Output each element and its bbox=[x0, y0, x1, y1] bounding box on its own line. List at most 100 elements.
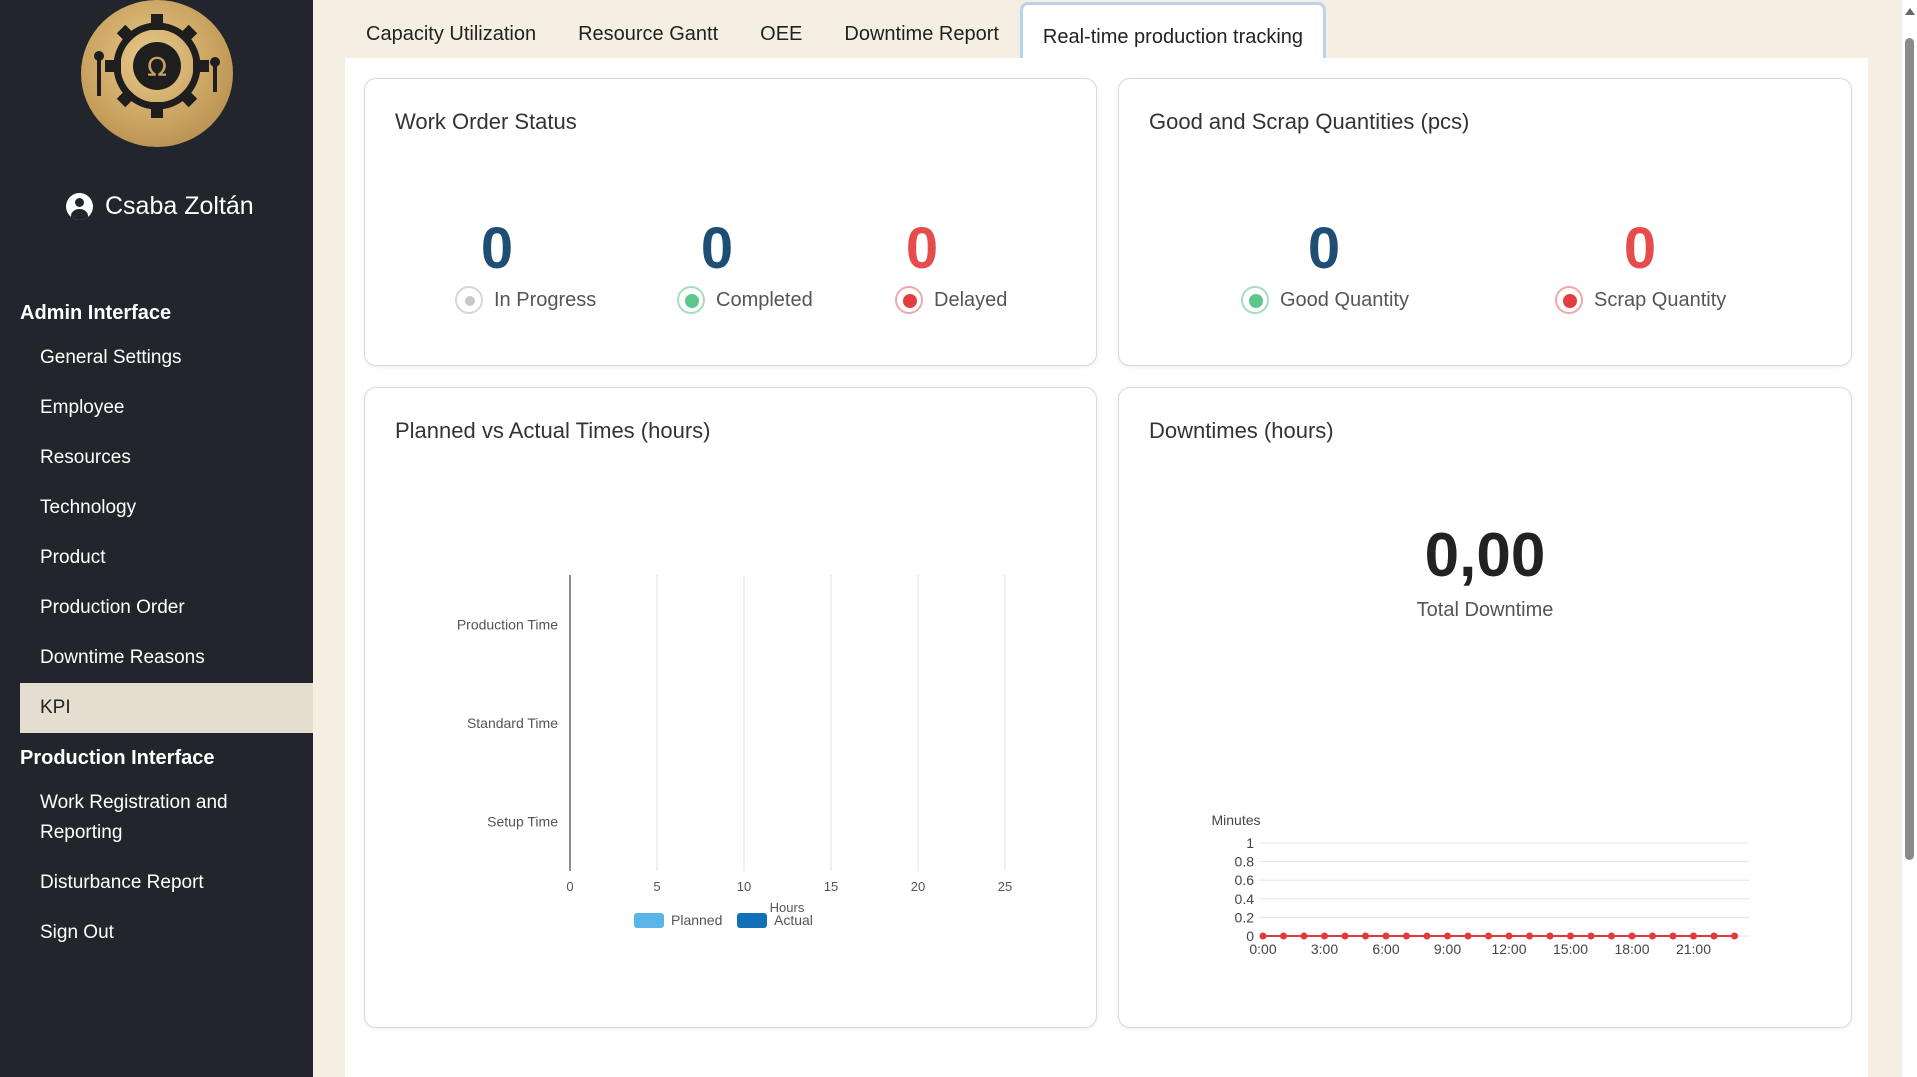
downtime-point bbox=[1341, 932, 1349, 940]
sidebar: Ω Csaba Zoltán Admin Interface General S… bbox=[0, 0, 313, 1077]
good-quantity-dot-icon bbox=[1241, 286, 1269, 314]
downtime-point bbox=[1485, 932, 1492, 940]
y-tick-label: 0.8 bbox=[1235, 854, 1255, 870]
downtime-point bbox=[1362, 932, 1369, 940]
completed-count: 0 bbox=[700, 216, 734, 281]
x-tick-label: 5 bbox=[653, 879, 660, 894]
sidebar-item-technology[interactable]: Technology bbox=[20, 493, 313, 523]
user-name: Csaba Zoltán bbox=[105, 192, 254, 220]
work-order-status-title: Work Order Status bbox=[395, 109, 577, 134]
dashboard-content: Work Order Status 0 In Progress 0 Comple… bbox=[345, 58, 1868, 1077]
tab-real-time-production-tracking[interactable]: Real-time production tracking bbox=[1019, 2, 1327, 58]
completed-legend: Completed bbox=[677, 286, 813, 314]
downtime-point bbox=[1587, 932, 1595, 940]
scrollbar-thumb[interactable] bbox=[1905, 38, 1914, 860]
sidebar-item-downtime-reasons[interactable]: Downtime Reasons bbox=[20, 643, 313, 673]
delayed-legend: Delayed bbox=[895, 286, 1007, 314]
user-circle-icon bbox=[66, 193, 93, 220]
tab-oee[interactable]: OEE bbox=[739, 0, 823, 58]
downtime-point bbox=[1280, 932, 1287, 940]
sidebar-item-sign-out[interactable]: Sign Out bbox=[20, 918, 313, 948]
downtime-point bbox=[1505, 932, 1513, 940]
sidebar-item-kpi[interactable]: KPI bbox=[20, 683, 313, 733]
production-interface-heading: Production Interface bbox=[20, 747, 215, 769]
delayed-stat: 0 bbox=[892, 219, 952, 279]
downtimes-card: Downtimes (hours) 0,00 Total Downtime Mi… bbox=[1118, 387, 1852, 1028]
downtime-point bbox=[1690, 932, 1697, 940]
downtime-point bbox=[1567, 932, 1574, 940]
x-tick-label: 21:00 bbox=[1676, 941, 1711, 957]
downtime-point bbox=[1628, 932, 1636, 940]
sidebar-item-employee[interactable]: Employee bbox=[20, 393, 313, 423]
tab-resource-gantt[interactable]: Resource Gantt bbox=[557, 0, 739, 58]
downtime-point bbox=[1731, 932, 1738, 940]
scrap-quantity-count: 0 bbox=[1623, 216, 1657, 281]
scrap-quantity-dot-icon bbox=[1555, 286, 1583, 314]
in-progress-stat: 0 bbox=[467, 219, 527, 279]
y-tick-label: 1 bbox=[1246, 835, 1254, 851]
legend-label-planned: Planned bbox=[671, 912, 722, 928]
downtime-point bbox=[1382, 932, 1390, 940]
sidebar-item-general-settings[interactable]: General Settings bbox=[20, 343, 313, 373]
x-tick-label: 9:00 bbox=[1434, 941, 1461, 957]
downtime-point bbox=[1608, 932, 1615, 940]
delayed-dot-icon bbox=[895, 286, 923, 314]
legend-swatch-actual bbox=[737, 913, 767, 928]
downtime-point bbox=[1321, 932, 1328, 940]
legend-label-actual: Actual bbox=[774, 912, 813, 928]
downtime-point bbox=[1259, 932, 1267, 940]
scrap-quantity-stat: 0 bbox=[1610, 219, 1670, 279]
downtime-point bbox=[1649, 932, 1656, 940]
tab-capacity-utilization[interactable]: Capacity Utilization bbox=[345, 0, 557, 58]
x-tick-label: 0:00 bbox=[1249, 941, 1276, 957]
y-category-label: Production Time bbox=[457, 616, 558, 632]
good-quantity-count: 0 bbox=[1307, 216, 1341, 281]
good-quantity-legend: Good Quantity bbox=[1241, 286, 1409, 314]
y-tick-label: 0.6 bbox=[1235, 872, 1255, 888]
in-progress-count: 0 bbox=[480, 216, 514, 281]
delayed-count: 0 bbox=[905, 216, 939, 281]
company-logo: Ω bbox=[81, 0, 233, 147]
scrap-quantity-label: Scrap Quantity bbox=[1594, 288, 1727, 311]
downtime-point bbox=[1444, 932, 1451, 940]
legend-swatch-planned bbox=[634, 913, 664, 928]
good-quantity-stat: 0 bbox=[1294, 219, 1354, 279]
x-tick-label: 10 bbox=[737, 879, 751, 894]
delayed-label: Delayed bbox=[934, 288, 1008, 311]
sidebar-item-work-registration[interactable]: Work Registration and Reporting bbox=[20, 788, 270, 848]
downtime-chart: Minutes00.20.40.60.810:00 3:00 6:00 9:00 12:… bbox=[1211, 812, 1750, 957]
svg-text:Ω: Ω bbox=[147, 53, 167, 83]
completed-dot-icon bbox=[677, 286, 705, 314]
downtime-point bbox=[1403, 932, 1410, 940]
user-profile[interactable]: Csaba Zoltán bbox=[66, 192, 254, 221]
admin-interface-heading: Admin Interface bbox=[20, 302, 172, 324]
page-scrollbar[interactable] bbox=[1902, 0, 1917, 1077]
x-tick-label: 15:00 bbox=[1553, 941, 1588, 957]
good-scrap-card: Good and Scrap Quantities (pcs) 0 Good Q… bbox=[1118, 78, 1852, 366]
sidebar-item-production-order[interactable]: Production Order bbox=[20, 593, 313, 623]
completed-label: Completed bbox=[716, 288, 813, 311]
planned-vs-actual-card: Planned vs Actual Times (hours) 0 5 10 15 20… bbox=[364, 387, 1097, 1028]
in-progress-dot-icon bbox=[455, 286, 483, 314]
x-tick-label: 20 bbox=[911, 879, 925, 894]
report-tabs: Capacity Utilization Resource Gantt OEE … bbox=[345, 0, 1327, 58]
y-tick-label: 0.4 bbox=[1235, 891, 1255, 907]
downtime-point bbox=[1464, 932, 1472, 940]
x-tick-label: 15 bbox=[824, 879, 838, 894]
good-quantity-label-text: Good Quantity bbox=[1280, 288, 1409, 311]
sidebar-item-product[interactable]: Product bbox=[20, 543, 313, 573]
in-progress-legend: In Progress bbox=[455, 286, 596, 314]
downtime-point bbox=[1710, 932, 1718, 940]
x-tick-label: 18:00 bbox=[1614, 941, 1649, 957]
x-tick-label: 6:00 bbox=[1372, 941, 1399, 957]
completed-stat: 0 bbox=[687, 219, 747, 279]
scroll-up-arrow-icon[interactable] bbox=[1905, 8, 1915, 15]
downtime-point bbox=[1669, 932, 1677, 940]
y-category-label: Standard Time bbox=[467, 715, 558, 731]
x-tick-label: 12:00 bbox=[1491, 941, 1526, 957]
sidebar-item-disturbance-report[interactable]: Disturbance Report bbox=[20, 868, 313, 898]
tab-downtime-report[interactable]: Downtime Report bbox=[823, 0, 1020, 58]
work-order-status-card: Work Order Status 0 In Progress 0 Comple… bbox=[364, 78, 1097, 366]
sidebar-item-resources[interactable]: Resources bbox=[20, 443, 313, 473]
x-tick-label: 25 bbox=[998, 879, 1012, 894]
